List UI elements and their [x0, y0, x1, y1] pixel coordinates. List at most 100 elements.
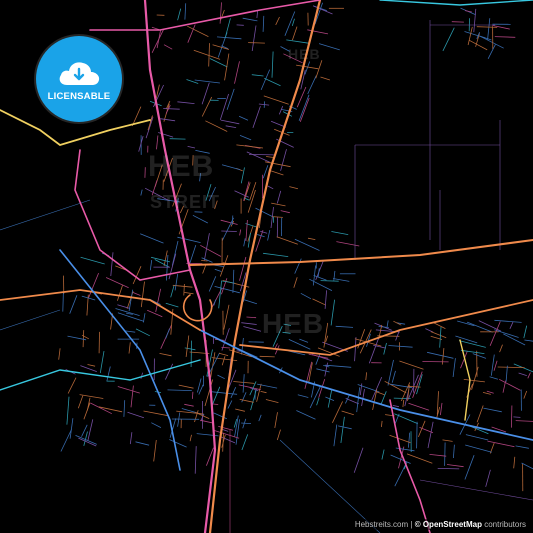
watermark-heb-center: HEB: [262, 308, 325, 339]
minor-road: [177, 101, 195, 104]
minor-road: [83, 402, 91, 420]
minor-road: [201, 260, 208, 262]
attribution-osm[interactable]: © OpenStreetMap: [415, 520, 482, 529]
minor-road: [487, 18, 491, 40]
minor-road: [482, 392, 491, 395]
minor-road: [227, 400, 233, 409]
minor-road: [105, 277, 129, 289]
minor-road: [236, 144, 264, 149]
minor-road: [135, 328, 150, 337]
minor-road: [221, 356, 226, 366]
minor-road: [123, 400, 126, 417]
minor-road: [455, 335, 478, 344]
minor-road: [240, 167, 245, 184]
licensable-badge[interactable]: LICENSABLE: [36, 36, 122, 122]
minor-road: [246, 151, 270, 163]
minor-road: [140, 233, 164, 244]
minor-road: [513, 456, 516, 469]
minor-road: [439, 326, 442, 348]
minor-road: [315, 60, 323, 79]
minor-road: [245, 219, 248, 242]
minor-road: [416, 421, 418, 449]
minor-road: [316, 368, 330, 373]
map-canvas[interactable]: HEB HEB HEB STREIT LICENSABLE Hebstreits…: [0, 0, 533, 533]
minor-road: [256, 383, 262, 402]
watermark-heb-left: HEB: [148, 150, 215, 183]
minor-road: [312, 298, 327, 306]
minor-road: [469, 39, 488, 51]
badge-label: LICENSABLE: [47, 91, 111, 102]
minor-road: [177, 8, 182, 21]
minor-road: [212, 44, 230, 50]
minor-road: [333, 424, 338, 447]
minor-road: [143, 410, 169, 417]
minor-road: [169, 439, 187, 448]
minor-road: [201, 257, 213, 263]
minor-road: [106, 366, 111, 382]
minor-road: [499, 344, 503, 353]
minor-road: [320, 76, 331, 81]
minor-road: [176, 410, 204, 415]
minor-road: [280, 210, 290, 214]
minor-road: [165, 328, 170, 339]
minor-road: [324, 362, 328, 377]
minor-road: [294, 238, 320, 251]
minor-road: [185, 335, 190, 357]
minor-road: [248, 42, 265, 44]
minor-road: [521, 462, 533, 470]
minor-road: [202, 265, 207, 274]
minor-road: [135, 441, 150, 446]
minor-road: [487, 440, 515, 448]
minor-road: [251, 74, 264, 77]
minor-road: [151, 28, 165, 53]
minor-road: [408, 402, 430, 411]
minor-road: [276, 236, 298, 245]
minor-road: [472, 353, 487, 359]
minor-road: [151, 422, 162, 428]
minor-road: [69, 295, 78, 314]
minor-road: [194, 446, 197, 474]
minor-road: [440, 402, 443, 416]
minor-road: [82, 330, 85, 348]
minor-road: [201, 82, 210, 105]
watermark-streit: STREIT: [150, 192, 221, 212]
minor-road: [304, 361, 313, 389]
minor-road: [192, 391, 194, 399]
minor-road: [524, 339, 533, 342]
minor-road: [476, 26, 498, 28]
minor-road: [299, 97, 310, 122]
minor-road: [494, 319, 522, 323]
minor-road: [453, 444, 455, 459]
minor-road: [235, 408, 245, 412]
minor-road: [167, 389, 192, 391]
minor-road: [149, 260, 153, 271]
minor-road: [80, 365, 97, 372]
minor-road: [66, 396, 70, 425]
minor-road: [406, 453, 433, 464]
map-attribution: Hebstreits.com | © OpenStreetMap contrib…: [351, 519, 529, 530]
minor-road: [425, 328, 434, 333]
minor-road: [262, 165, 269, 179]
minor-road: [208, 43, 210, 67]
minor-road: [177, 236, 201, 243]
minor-road: [260, 230, 268, 234]
minor-road: [361, 388, 365, 407]
minor-road: [78, 437, 97, 447]
minor-road: [330, 299, 335, 326]
minor-road: [187, 146, 196, 149]
minor-road: [217, 374, 225, 380]
minor-road: [280, 149, 287, 171]
minor-road: [384, 380, 407, 394]
minor-road: [275, 16, 280, 26]
minor-road: [294, 258, 302, 274]
minor-road: [356, 387, 361, 413]
attribution-site[interactable]: Hebstreits.com: [355, 520, 408, 529]
minor-road: [489, 321, 501, 346]
minor-road: [110, 252, 114, 277]
major-road-top-right: [379, 0, 533, 6]
minor-road: [183, 283, 185, 296]
minor-road: [204, 233, 210, 261]
minor-road: [466, 321, 493, 333]
minor-road: [153, 439, 157, 462]
minor-road: [391, 370, 396, 383]
